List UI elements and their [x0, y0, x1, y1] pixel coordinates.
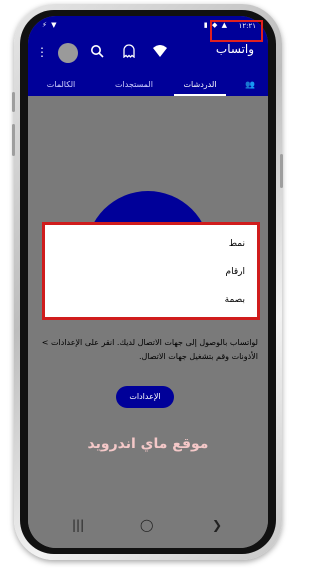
tab-chats[interactable]: الدردشات: [174, 80, 226, 89]
avatar[interactable]: [58, 43, 78, 63]
menu-item-pin[interactable]: ارقام: [125, 267, 245, 277]
app-header: ⋮ واتساب الكالمات المستجدات الدردشات 👥: [28, 36, 268, 96]
tab-bar: الكالمات المستجدات الدردشات 👥: [28, 76, 268, 96]
tab-calls[interactable]: الكالمات: [36, 80, 86, 89]
ghost-icon[interactable]: [122, 44, 136, 63]
tab-updates[interactable]: المستجدات: [104, 80, 164, 89]
volume-button-lower: [12, 124, 15, 156]
menu-item-pattern[interactable]: نمط: [125, 239, 245, 249]
back-icon[interactable]: ❯: [212, 518, 222, 532]
communities-icon[interactable]: 👥: [236, 80, 264, 89]
volume-button: [12, 92, 15, 112]
home-icon[interactable]: ◯: [140, 518, 153, 532]
search-icon[interactable]: [90, 44, 104, 63]
wifi-icon[interactable]: [152, 44, 168, 63]
app-title-highlight: [210, 20, 263, 42]
more-options-icon[interactable]: ⋮: [36, 46, 48, 58]
menu-item-fingerprint[interactable]: بصمة: [125, 295, 245, 305]
lock-type-menu: نمط ارقام بصمة: [42, 222, 260, 320]
contacts-permission-text: لواتساب بالوصول إلى جهات الاتصال لديك. ا…: [41, 338, 258, 361]
recent-apps-icon[interactable]: |||: [72, 518, 84, 532]
system-nav-bar: ||| ◯ ❯: [28, 508, 268, 548]
settings-button[interactable]: الإعدادات: [116, 386, 174, 408]
status-left-icons: ⚡ ▼: [42, 21, 58, 29]
app-title: واتساب: [215, 42, 255, 56]
watermark-text: موقع ماي اندرويد: [87, 436, 209, 452]
power-button: [280, 154, 283, 188]
